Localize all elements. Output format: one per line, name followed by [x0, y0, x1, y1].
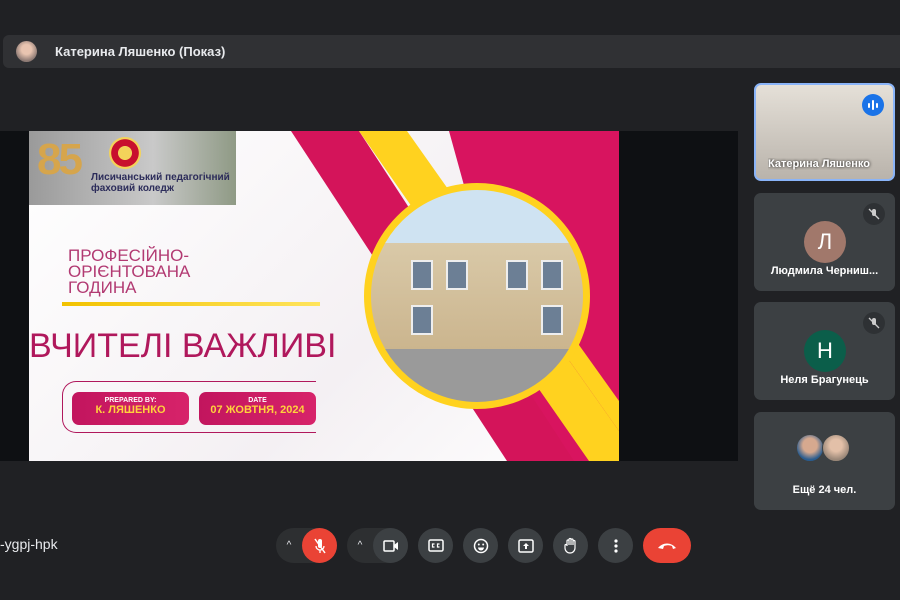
- logo-number: 85: [37, 135, 83, 184]
- speaking-indicator-icon: [862, 94, 884, 116]
- call-controls: ^ ^: [276, 528, 691, 563]
- participant-tile-self[interactable]: Катерина Ляшенко: [754, 83, 895, 181]
- logo-line: фаховий коледж: [91, 183, 174, 194]
- more-participants-label: Ещё 24 чел.: [792, 484, 857, 496]
- participant-avatars: [796, 434, 850, 462]
- participant-avatar: Л: [804, 221, 846, 263]
- end-call-button[interactable]: [643, 528, 691, 563]
- prepared-by-box: PREPARED BY: К. ЛЯШЕНКО: [72, 392, 189, 425]
- subtitle-line: ГОДИНА: [68, 278, 137, 297]
- participant-tile[interactable]: Н Неля Брагунець: [754, 302, 895, 400]
- more-options-button[interactable]: [598, 528, 633, 563]
- participant-tile[interactable]: Л Людмила Черниш...: [754, 193, 895, 291]
- date-label: DATE: [248, 397, 267, 404]
- mic-group: ^: [276, 528, 337, 563]
- college-logo: 85 Лисичанський педагогічний фаховий кол…: [29, 131, 236, 205]
- mic-toggle-button[interactable]: [302, 528, 337, 563]
- divider: [62, 302, 320, 306]
- more-participants-tile[interactable]: Ещё 24 чел.: [754, 412, 895, 510]
- presentation-stage: 85 Лисичанський педагогічний фаховий кол…: [0, 131, 738, 461]
- presenter-avatar: [16, 41, 37, 62]
- captions-button[interactable]: [418, 528, 453, 563]
- meeting-code: -ygpj-hpk: [0, 536, 58, 552]
- slide-subtitle: ПРОФЕСІЙНО- ОРІЄНТОВАНА ГОДИНА: [68, 247, 190, 297]
- camera-group: ^: [347, 528, 408, 563]
- slide-headline: ВЧИТЕЛІ ВАЖЛИВІ: [29, 327, 337, 365]
- participant-name: Катерина Ляшенко: [768, 158, 870, 170]
- date-value: 07 ЖОВТНЯ, 2024: [210, 404, 305, 416]
- camera-options-chevron-icon[interactable]: ^: [347, 540, 373, 551]
- college-building-photo: [364, 183, 590, 409]
- participant-avatar: Н: [804, 330, 846, 372]
- reactions-button[interactable]: [463, 528, 498, 563]
- college-emblem-icon: [109, 137, 141, 169]
- present-screen-button[interactable]: [508, 528, 543, 563]
- mic-off-icon: [863, 312, 885, 334]
- mic-off-icon: [863, 203, 885, 225]
- mic-options-chevron-icon[interactable]: ^: [276, 540, 302, 551]
- camera-toggle-button[interactable]: [373, 528, 408, 563]
- prepared-label: PREPARED BY:: [104, 397, 157, 404]
- participant-name: Людмила Черниш...: [770, 265, 879, 277]
- date-box: DATE 07 ЖОВТНЯ, 2024: [199, 392, 316, 425]
- raise-hand-button[interactable]: [553, 528, 588, 563]
- presentation-slide: 85 Лисичанський педагогічний фаховий кол…: [29, 131, 619, 461]
- presenter-bar: Катерина Ляшенко (Показ): [3, 35, 900, 68]
- presenter-title: Катерина Ляшенко (Показ): [55, 44, 226, 59]
- logo-line: Лисичанський педагогічний: [91, 172, 230, 183]
- participant-name: Неля Брагунець: [780, 374, 869, 386]
- prepared-value: К. ЛЯШЕНКО: [95, 404, 166, 416]
